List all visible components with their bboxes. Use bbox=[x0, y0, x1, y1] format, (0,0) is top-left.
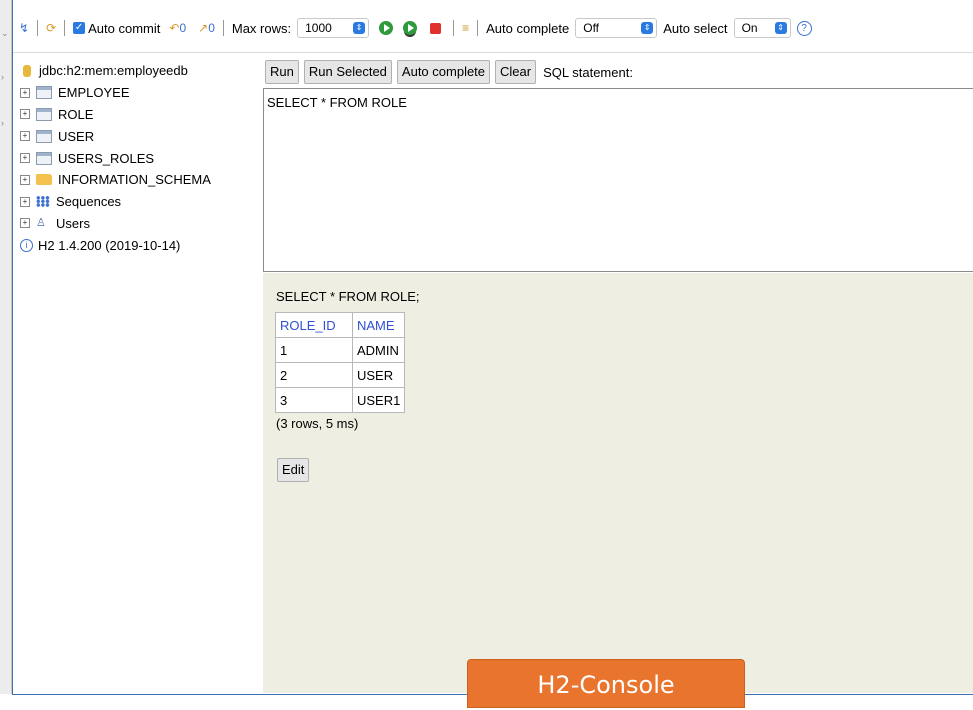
table-icon bbox=[36, 86, 52, 100]
run-icon[interactable] bbox=[379, 21, 394, 35]
tree-item-employee[interactable]: + EMPLOYEE bbox=[20, 82, 260, 104]
result-table: ROLE_ID NAME 1 ADMIN 2 USER 3 USER1 bbox=[275, 312, 406, 413]
auto-complete-select[interactable]: Off ⇕ bbox=[575, 18, 658, 38]
tree-item-user[interactable]: + USER bbox=[20, 125, 260, 147]
tree-item-information-schema[interactable]: + INFORMATION_SCHEMA bbox=[20, 169, 260, 191]
tree-item-users-roles[interactable]: + USERS_ROLES bbox=[20, 147, 260, 169]
toolbar-divider bbox=[37, 20, 39, 36]
version-label: H2 1.4.200 (2019-10-14) bbox=[38, 237, 181, 253]
sql-editor[interactable]: SELECT * FROM ROLE bbox=[263, 88, 973, 272]
table-icon bbox=[36, 151, 52, 165]
chevron-right-icon: › bbox=[1, 72, 4, 82]
run-selected-icon[interactable] bbox=[403, 21, 418, 35]
folder-icon bbox=[36, 174, 52, 186]
disconnect-icon[interactable]: ⟳ bbox=[46, 21, 56, 35]
table-cell: USER bbox=[351, 362, 406, 388]
commit-icon[interactable]: ↗0 bbox=[198, 21, 215, 35]
users-icon: ♙ bbox=[36, 217, 46, 230]
select-arrow-icon: ⇕ bbox=[774, 22, 787, 34]
expand-icon[interactable]: + bbox=[20, 218, 30, 229]
max-rows-label: Max rows: bbox=[231, 20, 292, 36]
sql-editor-text: SELECT * FROM ROLE bbox=[267, 95, 407, 110]
sequences-icon bbox=[36, 196, 50, 208]
toolbar-divider bbox=[64, 20, 66, 36]
max-rows-value: 1000 bbox=[305, 21, 332, 35]
toolbar: ↯ ⟳ ✓ Auto commit ↶0 ↗0 Max rows: 1000 ⇕ … bbox=[13, 0, 973, 53]
connection-node[interactable]: jdbc:h2:mem:employeedb bbox=[20, 60, 260, 82]
result-summary: (3 rows, 5 ms) bbox=[276, 416, 359, 431]
auto-complete-label: Auto complete bbox=[486, 20, 570, 36]
select-arrow-icon: ⇕ bbox=[641, 22, 654, 34]
table-cell: ADMIN bbox=[351, 337, 406, 363]
tree-item-label: EMPLOYEE bbox=[58, 85, 130, 101]
tree-item-label: Sequences bbox=[56, 194, 122, 210]
column-header[interactable]: ROLE_ID bbox=[275, 312, 353, 338]
auto-complete-button[interactable]: Auto complete bbox=[396, 60, 491, 84]
run-button[interactable]: Run bbox=[265, 60, 299, 84]
table-row: 2 USER bbox=[275, 362, 406, 388]
tree-item-label: Users bbox=[56, 215, 90, 231]
left-window-strip: ⌄ › › bbox=[0, 0, 12, 694]
connection-label: jdbc:h2:mem:employeedb bbox=[39, 63, 188, 79]
edit-button[interactable]: Edit bbox=[277, 458, 310, 482]
help-icon[interactable]: ? bbox=[796, 20, 812, 36]
toolbar-divider bbox=[453, 20, 455, 36]
refresh-icon[interactable]: ↯ bbox=[19, 21, 29, 35]
tree-item-label: ROLE bbox=[58, 106, 94, 122]
table-cell: 2 bbox=[275, 362, 353, 388]
database-icon bbox=[23, 64, 31, 77]
expand-icon[interactable]: + bbox=[20, 174, 30, 185]
auto-select-value: On bbox=[741, 21, 758, 35]
tree-item-role[interactable]: + ROLE bbox=[20, 104, 260, 126]
table-row: 1 ADMIN bbox=[275, 337, 406, 363]
auto-select-select[interactable]: On ⇕ bbox=[733, 18, 791, 38]
result-query: SELECT * FROM ROLE; bbox=[276, 289, 420, 304]
tree-item-label: INFORMATION_SCHEMA bbox=[58, 172, 211, 188]
results-panel: SELECT * FROM ROLE; ROLE_ID NAME 1 ADMIN… bbox=[263, 273, 973, 693]
tree-item-sequences[interactable]: + Sequences bbox=[20, 191, 260, 213]
expand-icon[interactable]: + bbox=[20, 87, 30, 98]
expand-icon[interactable]: + bbox=[20, 153, 30, 164]
column-header[interactable]: NAME bbox=[351, 312, 406, 338]
tree-item-label: USERS_ROLES bbox=[58, 150, 155, 166]
table-cell: 3 bbox=[275, 387, 353, 413]
sql-toolbar: Run Run Selected Auto complete Clear SQL… bbox=[265, 60, 633, 84]
chevron-right-icon: › bbox=[1, 118, 4, 128]
select-arrow-icon: ⇕ bbox=[353, 22, 366, 34]
toolbar-divider bbox=[477, 20, 479, 36]
clear-button[interactable]: Clear bbox=[495, 60, 537, 84]
table-icon bbox=[36, 129, 52, 143]
table-row: 3 USER1 bbox=[275, 387, 406, 413]
auto-commit-label: Auto commit bbox=[88, 20, 161, 36]
rollback-icon[interactable]: ↶0 bbox=[169, 21, 186, 35]
schema-tree: jdbc:h2:mem:employeedb + EMPLOYEE + ROLE +… bbox=[20, 60, 260, 256]
chevron-icon: ⌄ bbox=[1, 28, 9, 38]
run-selected-button[interactable]: Run Selected bbox=[303, 60, 392, 84]
tree-item-label: USER bbox=[58, 128, 95, 144]
tree-item-users[interactable]: + ♙ Users bbox=[20, 213, 260, 235]
auto-complete-value: Off bbox=[583, 21, 600, 35]
auto-commit-checkbox[interactable]: ✓ bbox=[73, 22, 86, 34]
version-info: i H2 1.4.200 (2019-10-14) bbox=[20, 234, 260, 256]
expand-icon[interactable]: + bbox=[20, 109, 30, 120]
caption-banner: H2-Console bbox=[467, 659, 745, 708]
table-cell: 1 bbox=[275, 337, 353, 363]
table-cell: USER1 bbox=[351, 387, 406, 413]
sql-statement-label: SQL statement: bbox=[543, 64, 633, 80]
history-icon[interactable]: ≡ bbox=[462, 21, 469, 35]
table-header-row: ROLE_ID NAME bbox=[275, 312, 406, 338]
max-rows-select[interactable]: 1000 ⇕ bbox=[297, 18, 370, 38]
toolbar-divider bbox=[222, 20, 224, 36]
info-icon: i bbox=[20, 238, 33, 252]
table-icon bbox=[36, 107, 52, 121]
expand-icon[interactable]: + bbox=[20, 131, 30, 142]
expand-icon[interactable]: + bbox=[20, 196, 30, 207]
auto-select-label: Auto select bbox=[663, 20, 728, 36]
stop-icon[interactable] bbox=[430, 22, 442, 34]
